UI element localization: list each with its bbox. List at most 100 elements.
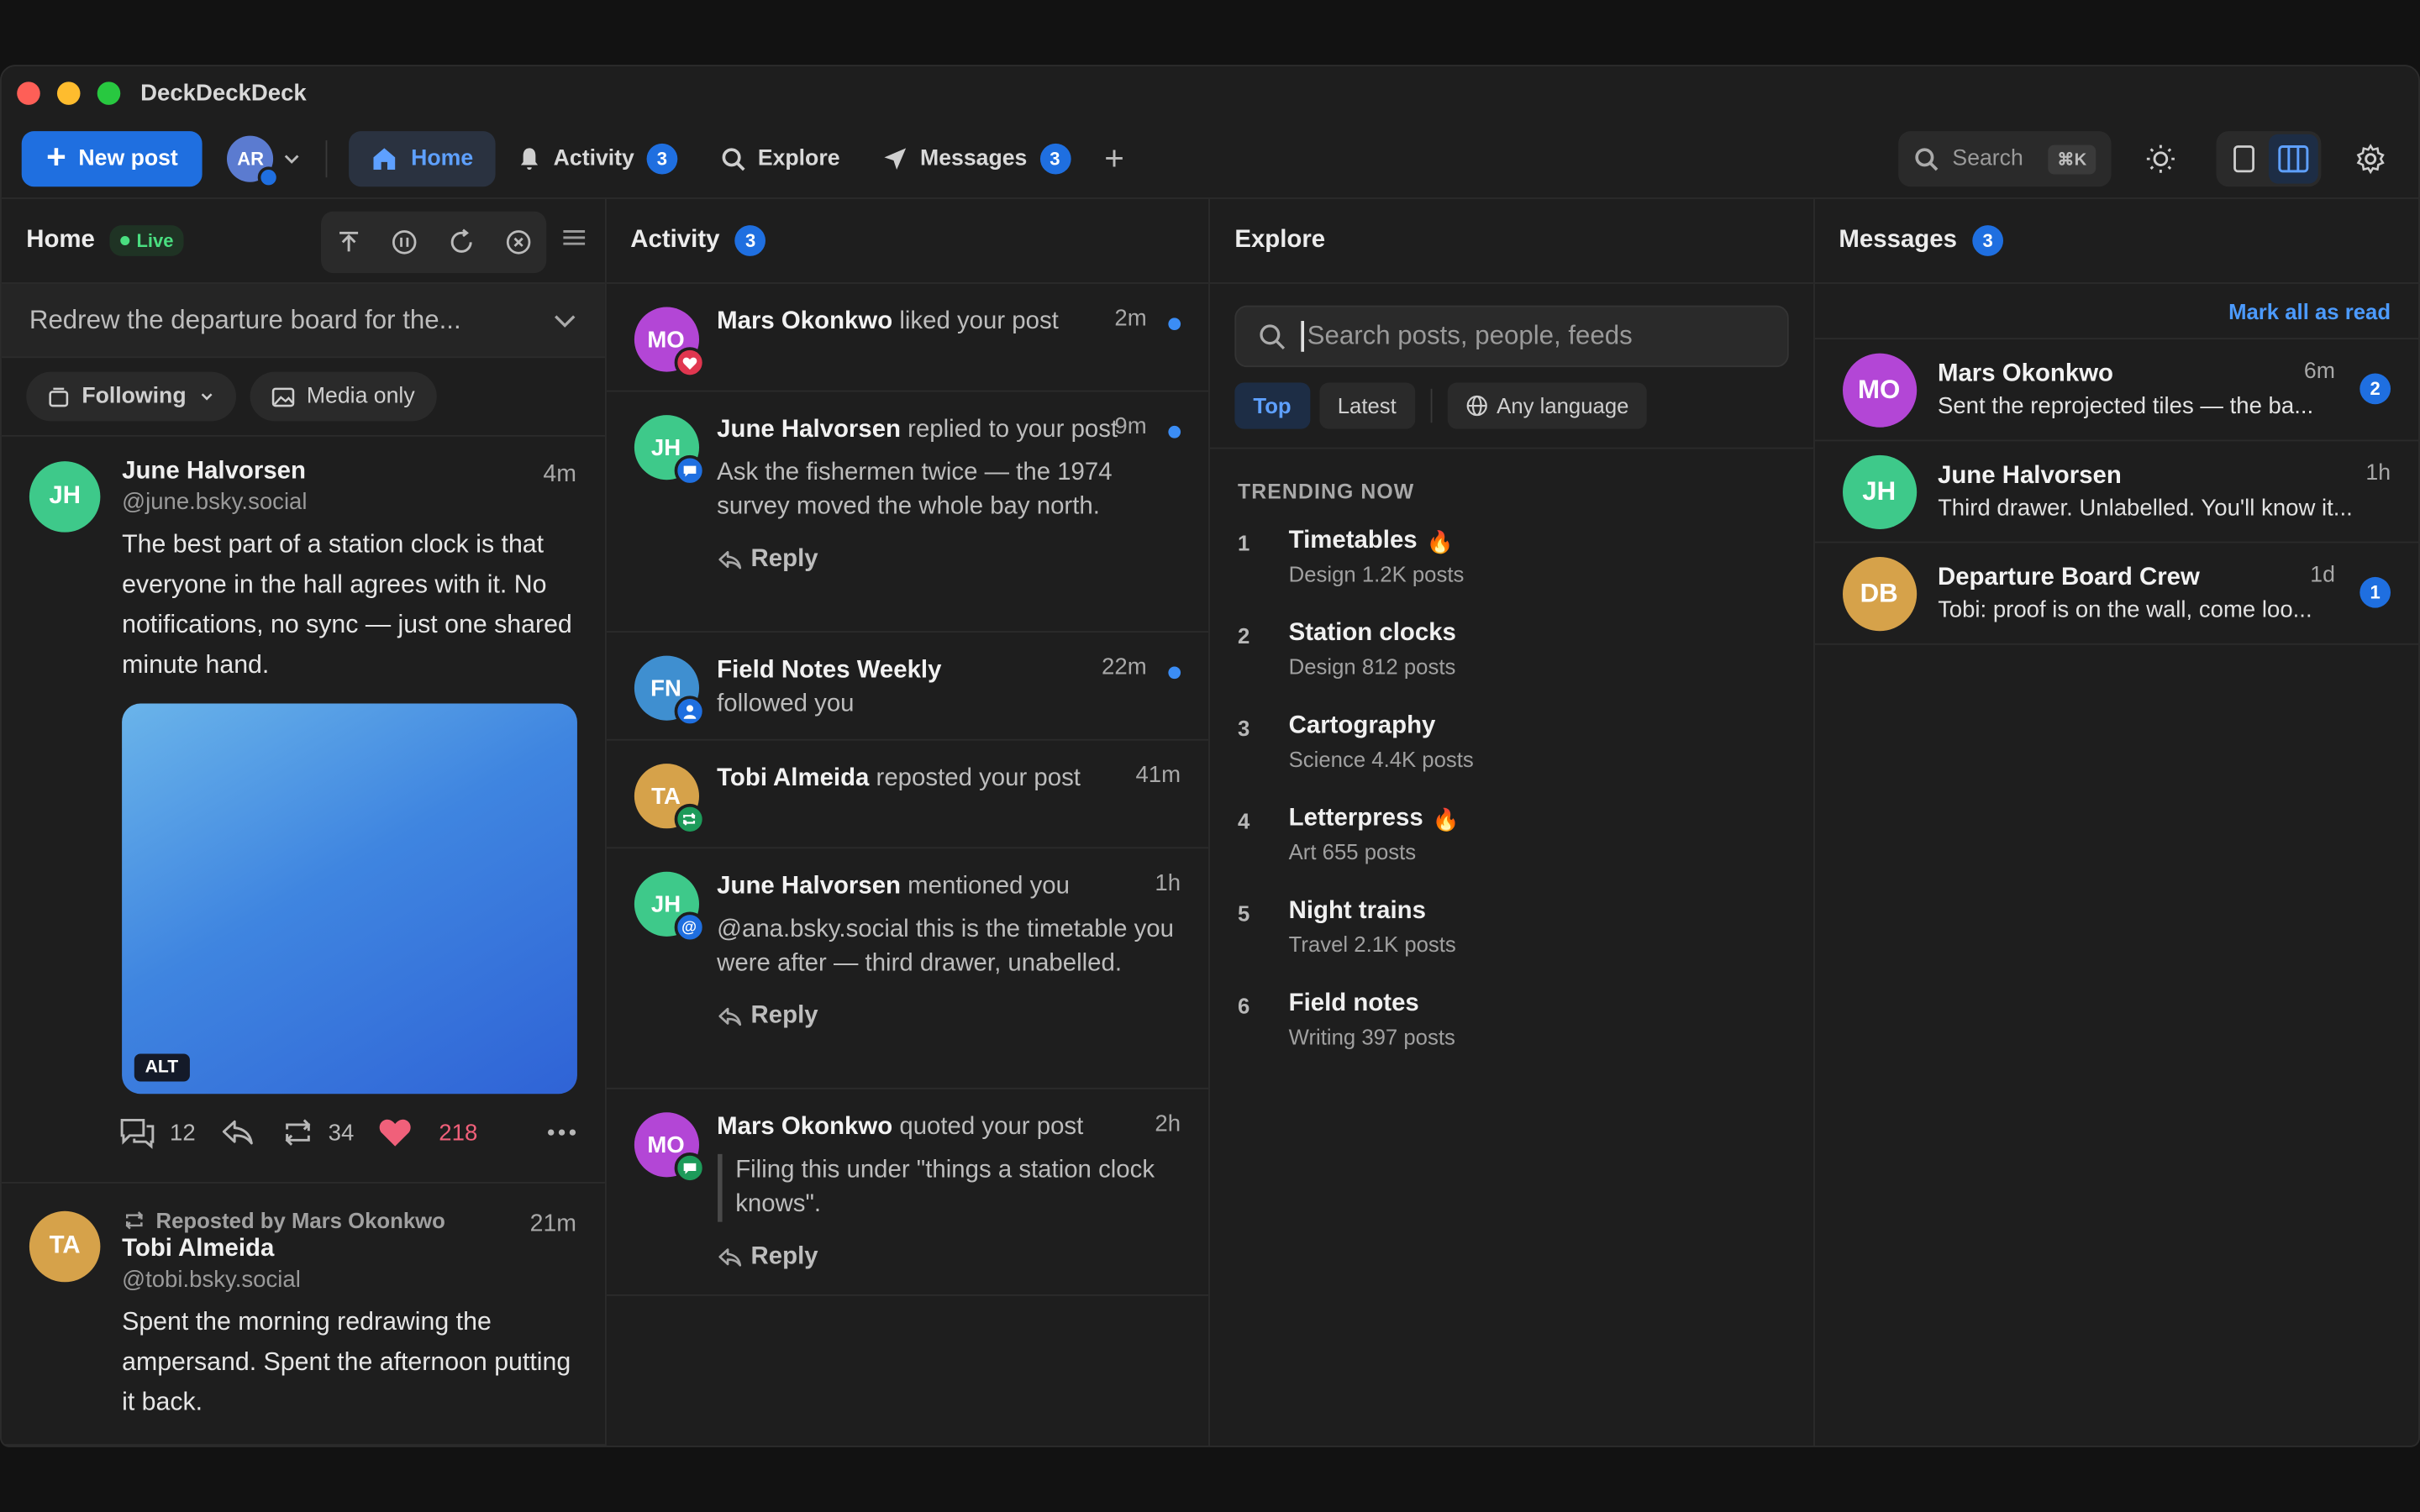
thread-time: 1d <box>2310 563 2335 588</box>
send-icon <box>884 147 907 170</box>
tab-explore[interactable]: Explore <box>699 130 861 186</box>
theme-toggle-button[interactable] <box>2133 131 2188 186</box>
activity-column-title: Activity <box>630 226 720 254</box>
tab-home-label: Home <box>411 145 474 171</box>
trend-item[interactable]: 4 Letterpress 🔥 Art 655 posts <box>1210 793 1812 885</box>
trend-meta: Writing 397 posts <box>1288 1024 1455 1049</box>
message-thread[interactable]: JH June Halvorsen Third drawer. Unlabell… <box>1814 441 2419 543</box>
trend-rank: 1 <box>1238 530 1250 556</box>
trend-item[interactable]: 6 Field notes Writing 397 posts <box>1210 978 1812 1070</box>
more-options-button[interactable] <box>545 1128 576 1137</box>
alt-text-badge[interactable]: ALT <box>134 1053 190 1082</box>
menu-icon[interactable] <box>561 227 586 249</box>
sun-icon <box>2146 144 2175 173</box>
mark-all-read-link[interactable]: Mark all as read <box>1814 284 2419 340</box>
minimize-window-button[interactable] <box>56 81 81 104</box>
trend-item[interactable]: 3 Cartography Science 4.4K posts <box>1210 701 1812 793</box>
post[interactable]: JH 4m June Halvorsen @june.bsky.social T… <box>1 437 605 1184</box>
refresh-icon[interactable] <box>447 228 475 256</box>
tab-messages[interactable]: Messages 3 <box>861 130 1092 186</box>
notification-item[interactable]: TA 41m Tobi Almeida reposted your post <box>605 741 1209 849</box>
author-name[interactable]: Tobi Almeida <box>122 1236 576 1263</box>
actor-name[interactable]: Field Notes Weekly <box>717 657 941 683</box>
explore-search-input[interactable]: Search posts, people, feeds <box>1234 305 1788 368</box>
avatar[interactable]: JH <box>633 415 705 486</box>
layout-switcher <box>2216 131 2322 187</box>
avatar[interactable]: JH @ <box>633 871 705 943</box>
actor-name[interactable]: Mars Okonkwo <box>717 308 892 334</box>
actor-name[interactable]: Mars Okonkwo <box>717 1114 892 1140</box>
messages-column-title: Messages <box>1839 226 1957 254</box>
messages-count-badge: 3 <box>1972 225 2004 256</box>
actor-name[interactable]: Tobi Almeida <box>717 765 869 791</box>
scroll-to-top-icon[interactable] <box>335 230 360 255</box>
avatar[interactable]: MO <box>633 307 705 378</box>
avatar-initials: FN <box>650 675 681 701</box>
avatar[interactable]: MO <box>633 1112 705 1184</box>
avatar-initials: JH <box>49 482 81 510</box>
close-column-icon[interactable] <box>504 228 532 256</box>
media-only-filter[interactable]: Media only <box>249 371 437 422</box>
avatar: JH <box>1842 454 1917 529</box>
tab-latest-label: Latest <box>1337 393 1397 418</box>
explore-column: Explore Search posts, people, feeds Top … <box>1209 198 1815 1446</box>
reply-button[interactable]: Reply <box>717 1000 1181 1033</box>
global-search-button[interactable]: Search ⌘K <box>1898 131 2112 187</box>
close-window-button[interactable] <box>17 81 40 104</box>
zoom-window-button[interactable] <box>97 81 121 104</box>
account-switcher[interactable]: AR <box>227 134 302 188</box>
avatar[interactable]: FN <box>633 655 705 727</box>
multi-column-layout-button[interactable] <box>2268 134 2318 184</box>
notification-item[interactable]: JH @ 1h June Halvorsen mentioned you @an… <box>605 848 1209 1089</box>
trend-item[interactable]: 2 Station clocks Design 812 posts <box>1210 608 1812 701</box>
add-column-button[interactable]: + <box>1104 138 1124 178</box>
trend-item[interactable]: 1 Timetables 🔥 Design 1.2K posts <box>1210 515 1812 607</box>
single-column-layout-button[interactable] <box>2219 134 2269 184</box>
language-filter[interactable]: Any language <box>1447 382 1648 429</box>
repost-icon <box>284 1119 310 1146</box>
post-image[interactable]: ALT <box>122 703 577 1095</box>
search-icon <box>1915 148 1939 171</box>
avatar-initials: TA <box>49 1232 81 1259</box>
notification-action: mentioned you <box>908 873 1070 900</box>
tab-home[interactable]: Home <box>349 130 495 186</box>
repost-button[interactable]: 34 <box>279 1117 354 1148</box>
pause-icon[interactable] <box>390 228 418 256</box>
post-body: Reposted by Mars Okonkwo Tobi Almeida @t… <box>122 1208 576 1422</box>
repost-count: 34 <box>328 1119 355 1146</box>
unread-dot <box>1168 666 1181 680</box>
avatar[interactable]: TA <box>633 764 705 835</box>
notification-item[interactable]: MO 2h Mars Okonkwo quoted your post Fili… <box>605 1089 1209 1296</box>
toolbar: + New post AR Home Activity 3 Explore Me… <box>1 118 2419 199</box>
post-actions: 12 34 218 <box>120 1116 576 1149</box>
message-thread[interactable]: DB Departure Board Crew Tobi: proof is o… <box>1814 543 2419 645</box>
tab-activity[interactable]: Activity 3 <box>495 130 699 186</box>
settings-button[interactable] <box>2343 131 2398 186</box>
following-filter[interactable]: Following <box>26 371 236 422</box>
reply-button[interactable]: 12 <box>118 1116 196 1149</box>
actor-name[interactable]: June Halvorsen <box>717 874 901 900</box>
notification-item[interactable]: FN 22m Field Notes Weekly followed you <box>605 633 1209 741</box>
post[interactable]: TA 21m Reposted by Mars Okonkwo Tobi Alm… <box>1 1184 605 1446</box>
new-post-label: New post <box>78 145 178 171</box>
message-thread[interactable]: MO Mars Okonkwo Sent the reprojected til… <box>1814 339 2419 442</box>
author-name[interactable]: June Halvorsen <box>122 458 576 486</box>
tab-latest[interactable]: Latest <box>1318 382 1415 429</box>
tab-top[interactable]: Top <box>1234 382 1310 429</box>
trend-item[interactable]: 5 Night trains Travel 2.1K posts <box>1210 885 1812 978</box>
like-button[interactable]: 218 <box>379 1117 477 1148</box>
quote-notification-icon <box>673 1152 705 1184</box>
share-button[interactable] <box>220 1119 254 1147</box>
notification-item[interactable]: JH 9m June Halvorsen replied to your pos… <box>605 392 1209 633</box>
actor-name[interactable]: June Halvorsen <box>717 417 901 443</box>
trend-name: Timetables <box>1288 528 1418 554</box>
avatar[interactable]: TA <box>29 1210 101 1283</box>
feed-selector[interactable]: Redrew the departure board for the... <box>1 283 605 359</box>
new-post-button[interactable]: + New post <box>21 130 203 186</box>
trend-rank: 5 <box>1238 900 1250 927</box>
reply-button[interactable]: Reply <box>717 1241 1181 1274</box>
avatar[interactable]: JH <box>29 461 101 533</box>
reply-button[interactable]: Reply <box>717 543 1181 577</box>
app-title: DeckDeckDeck <box>140 79 307 106</box>
notification-item[interactable]: MO 2m Mars Okonkwo liked your post <box>605 284 1209 392</box>
